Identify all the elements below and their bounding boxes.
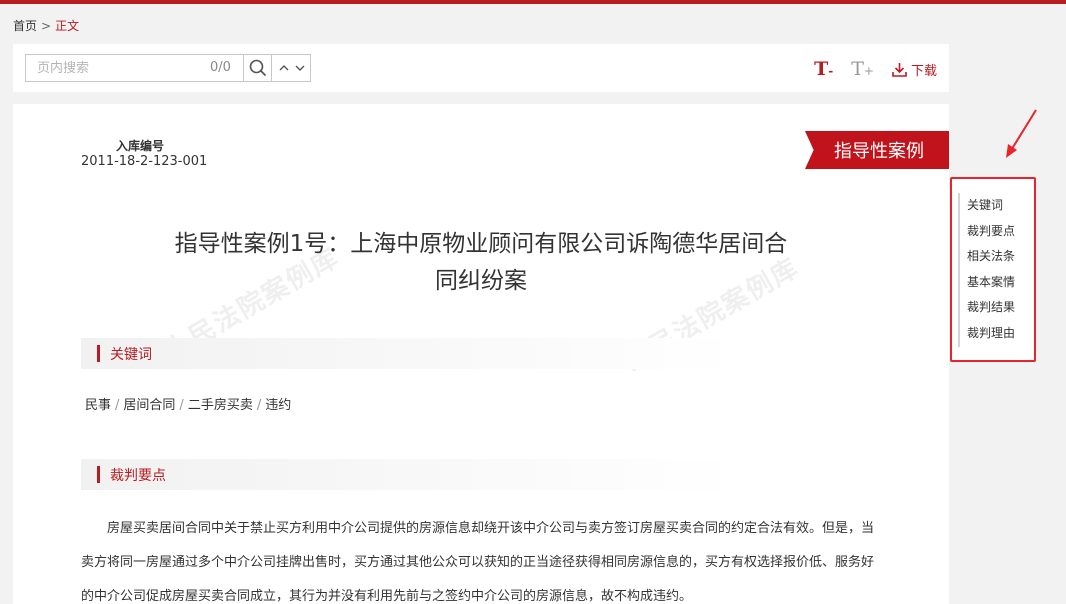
prev-match-button[interactable] — [279, 64, 289, 72]
article-title-line-1: 指导性案例1号：上海中原物业顾问有限公司诉陶德华居间合 — [174, 231, 788, 257]
font-increase-button[interactable]: T+ — [851, 58, 874, 80]
keyword-item: 居间合同 — [123, 398, 176, 413]
side-nav-item-basic-facts[interactable]: 基本案情 — [958, 269, 1015, 296]
download-icon — [892, 62, 907, 77]
article-content: 入库编号 2011-18-2-123-001 指导性案例 人民法院案例库 人民法… — [13, 104, 949, 604]
ruling-paragraph: 房屋买卖居间合同中关于禁止买方利用中介公司提供的房源信息却绕开该中介公司与卖方签… — [81, 521, 875, 604]
side-nav-item-ruling-reasons[interactable]: 裁判理由 — [958, 320, 1015, 347]
font-increase-glyph: T — [851, 58, 864, 80]
keyword-separator: / — [115, 398, 120, 413]
search-count: 0/0 — [210, 60, 231, 75]
search-button[interactable] — [243, 55, 271, 81]
keyword-list: 民事 / 居间合同 / 二手房买卖 / 违约 — [85, 394, 291, 413]
search-box: 0/0 — [25, 54, 311, 82]
chevron-down-icon — [295, 65, 304, 71]
download-label: 下载 — [910, 63, 937, 79]
breadcrumb-home[interactable]: 首页 — [13, 19, 37, 33]
annotation-arrow-icon — [1006, 109, 1037, 158]
search-nav — [271, 55, 311, 81]
side-nav-item-related-laws[interactable]: 相关法条 — [958, 244, 1015, 270]
search-icon — [249, 59, 266, 77]
keyword-separator: / — [256, 398, 262, 413]
toolbar: 0/0 T- T+ 下载 — [13, 44, 949, 92]
article-title: 指导性案例1号：上海中原物业顾问有限公司诉陶德华居间合 同纠纷案 — [143, 226, 819, 300]
keyword-item: 二手房买卖 — [187, 398, 253, 413]
section-keywords-heading: 关键词 — [81, 338, 741, 369]
section-marker — [97, 345, 100, 362]
chevron-up-icon — [279, 65, 288, 71]
font-decrease-button[interactable]: T- — [814, 58, 833, 80]
case-number-value: 2011-18-2-123-001 — [81, 154, 208, 169]
side-nav-item-ruling-result[interactable]: 裁判结果 — [958, 295, 1015, 321]
case-number-label: 入库编号 — [116, 139, 165, 153]
guiding-case-ribbon: 指导性案例 — [805, 131, 949, 169]
article-title-line-2: 同纠纷案 — [435, 268, 527, 294]
font-increase-sign: + — [863, 64, 874, 78]
next-match-button[interactable] — [295, 64, 305, 72]
breadcrumb: 首页 > 正文 — [13, 17, 79, 34]
section-marker — [97, 466, 100, 483]
keyword-item: 违约 — [265, 398, 292, 413]
side-navigation: 关键词 裁判要点 相关法条 基本案情 裁判结果 裁判理由 — [950, 177, 1036, 362]
section-keywords-title: 关键词 — [110, 346, 152, 363]
keyword-item: 民事 — [85, 398, 112, 413]
section-ruling-heading: 裁判要点 — [81, 459, 741, 490]
side-nav-item-ruling-points[interactable]: 裁判要点 — [958, 218, 1015, 245]
reading-tools: T- T+ 下载 — [814, 58, 937, 80]
keyword-separator: / — [179, 398, 184, 413]
ribbon-label: 指导性案例 — [834, 141, 924, 162]
section-ruling-title: 裁判要点 — [110, 467, 166, 484]
breadcrumb-current: 正文 — [55, 19, 80, 33]
breadcrumb-separator: > — [41, 19, 52, 33]
top-accent-bar — [0, 0, 1066, 4]
side-nav-item-keywords[interactable]: 关键词 — [958, 193, 1015, 219]
font-decrease-sign: - — [828, 64, 834, 78]
side-nav-list: 关键词 裁判要点 相关法条 基本案情 裁判结果 裁判理由 — [958, 193, 1015, 347]
font-decrease-glyph: T — [814, 58, 829, 80]
search-input[interactable] — [26, 55, 204, 81]
download-button[interactable]: 下载 — [892, 60, 937, 79]
